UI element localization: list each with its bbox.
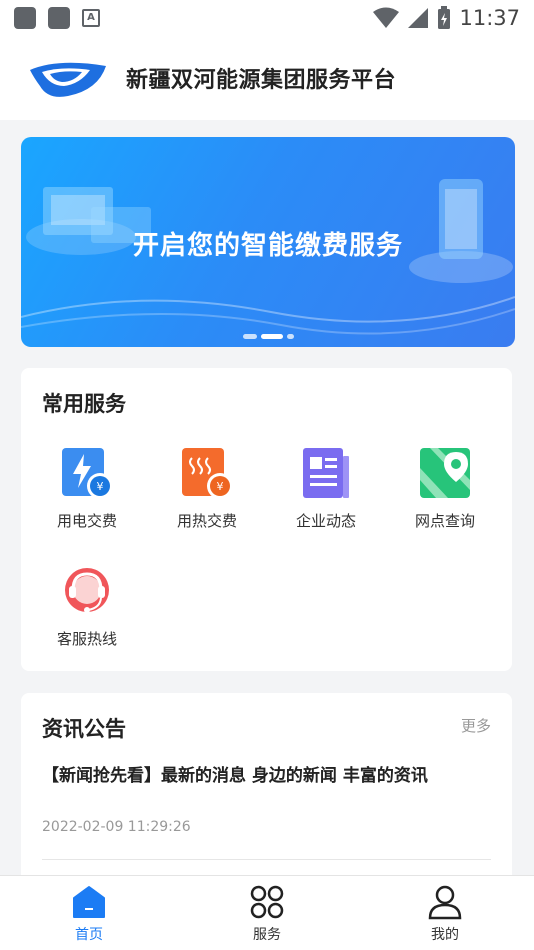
tab-services[interactable]: 服务 — [207, 884, 327, 944]
electricity-payment-icon: ¥ — [62, 448, 113, 499]
carousel-indicator — [21, 334, 515, 339]
service-label: 用热交费 — [176, 512, 237, 530]
common-services-card: 常用服务 ¥ 用电交费 ¥ 用热交费 企业动态 网点查询 客服热线 — [21, 368, 512, 671]
carousel-dot-active[interactable] — [260, 334, 283, 339]
app-header: 新疆双河能源集团服务平台 — [0, 36, 534, 120]
tab-label: 我的 — [431, 927, 459, 943]
status-bar: A 11:37 — [0, 0, 534, 36]
service-label: 网点查询 — [414, 512, 475, 530]
services-grid-icon — [250, 885, 284, 919]
home-icon — [73, 886, 105, 918]
banner-headline: 开启您的智能缴费服务 — [132, 231, 403, 261]
service-customer-hotline[interactable]: 客服热线 — [27, 564, 147, 649]
service-outlet-query[interactable]: 网点查询 — [385, 446, 505, 531]
company-logo-icon — [30, 62, 106, 97]
tab-profile[interactable]: 我的 — [385, 884, 505, 944]
bottom-tab-bar: 首页 服务 我的 — [0, 875, 534, 950]
service-electricity-payment[interactable]: ¥ 用电交费 — [27, 446, 147, 531]
carousel-dot[interactable] — [286, 334, 294, 339]
promo-banner[interactable]: 开启您的智能缴费服务 — [21, 137, 515, 347]
carousel-dot[interactable] — [242, 334, 257, 339]
service-label: 企业动态 — [295, 512, 356, 530]
wifi-icon — [373, 7, 400, 28]
notification-icon — [14, 7, 36, 29]
cellular-signal-icon — [408, 8, 429, 28]
battery-icon — [438, 6, 451, 29]
notification-icon — [48, 7, 70, 29]
service-company-news[interactable]: 企业动态 — [266, 446, 386, 531]
app-notification-icon: A — [82, 9, 100, 27]
divider — [42, 859, 491, 860]
news-item-time: 2022-02-09 11:29:26 — [42, 819, 191, 835]
tab-label: 首页 — [75, 927, 103, 943]
tab-home[interactable]: 首页 — [29, 884, 149, 944]
heating-payment-icon: ¥ — [182, 448, 233, 499]
service-heating-payment[interactable]: ¥ 用热交费 — [147, 446, 267, 531]
news-announcements-card: 资讯公告 更多 【新闻抢先看】最新的消息 身边的新闻 丰富的资讯 2022-02… — [21, 693, 512, 893]
map-location-icon — [420, 448, 470, 498]
svg-text:¥: ¥ — [97, 480, 104, 493]
more-link[interactable]: 更多 — [461, 715, 491, 736]
service-label: 用电交费 — [56, 512, 117, 530]
status-time: 11:37 — [459, 6, 520, 30]
service-label: 客服热线 — [56, 630, 117, 648]
customer-service-icon — [65, 568, 109, 613]
svg-text:¥: ¥ — [217, 480, 224, 493]
section-title: 常用服务 — [42, 392, 126, 416]
page-title: 新疆双河能源集团服务平台 — [126, 68, 397, 93]
user-profile-icon — [428, 885, 462, 920]
news-document-icon — [303, 448, 349, 498]
tab-label: 服务 — [253, 927, 281, 943]
section-title: 资讯公告 — [42, 717, 126, 741]
news-item-title[interactable]: 【新闻抢先看】最新的消息 身边的新闻 丰富的资讯 — [42, 761, 428, 786]
